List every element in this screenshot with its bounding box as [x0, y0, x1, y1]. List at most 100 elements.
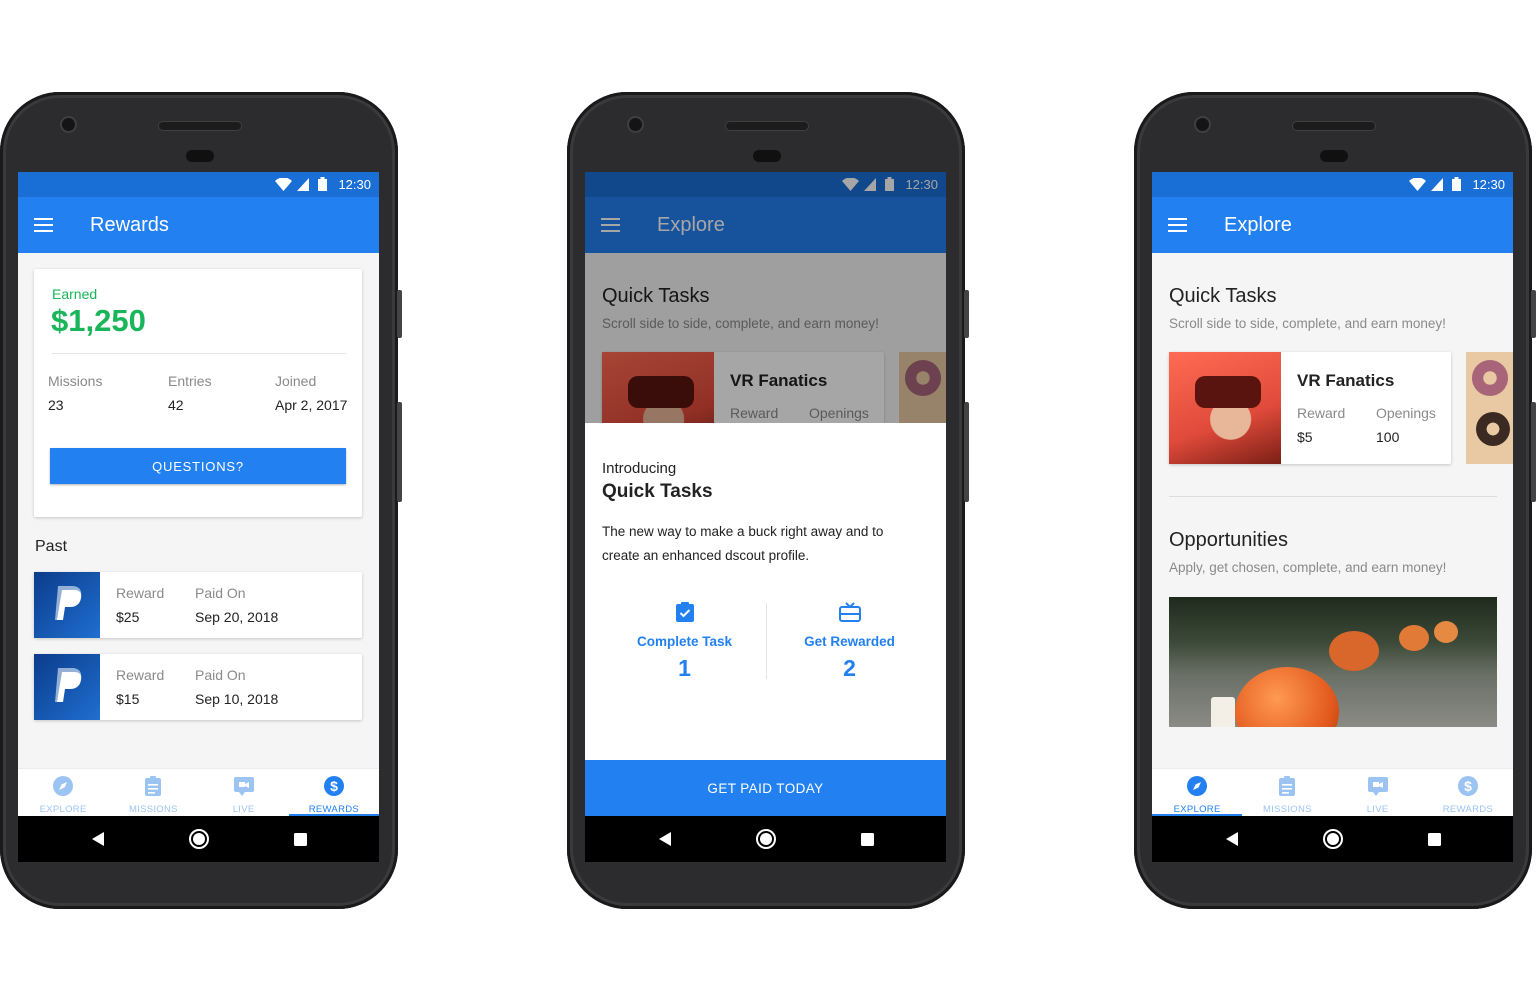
status-bar: 12:30 [18, 172, 379, 197]
earned-label: Earned [52, 286, 98, 302]
paypal-logo [34, 572, 100, 638]
section-divider [1169, 496, 1497, 497]
clipboard-icon [1279, 776, 1296, 796]
recents-button[interactable] [1414, 816, 1454, 862]
list-item[interactable]: Reward $25 Paid On Sep 20, 2018 [34, 572, 362, 638]
section-title: Quick Tasks [1169, 285, 1277, 307]
opportunities-subtitle: Apply, get chosen, complete, and earn mo… [1169, 560, 1447, 575]
donut-card[interactable] [1466, 352, 1513, 464]
step-complete: Complete Task 1 [602, 601, 767, 682]
nav-rewards[interactable]: $ REWARDS [288, 769, 379, 816]
section-subtitle: Scroll side to side, complete, and earn … [1169, 316, 1446, 331]
volume-button [964, 402, 969, 502]
earpiece [159, 122, 241, 130]
nav-live[interactable]: LIVE [199, 769, 289, 816]
menu-icon[interactable] [1168, 218, 1187, 232]
signal-icon [1431, 178, 1443, 191]
intro-sheet: Introducing Quick Tasks The new way to m… [585, 423, 946, 816]
task-title: VR Fanatics [1297, 371, 1395, 390]
nav-explore[interactable]: EXPLORE [18, 769, 108, 816]
svg-text:$: $ [1464, 778, 1472, 794]
video-icon [233, 777, 254, 796]
nav-rewards-label: REWARDS [1442, 804, 1494, 815]
openings-value: 100 [1376, 429, 1400, 445]
volume-button [397, 402, 402, 502]
home-button[interactable] [1313, 816, 1353, 862]
nav-live-label: LIVE [1366, 804, 1389, 815]
paid-label: Paid On [195, 667, 246, 683]
earnings-card: Earned $1,250 Missions 23 Entries 42 Joi… [34, 269, 362, 517]
questions-button[interactable]: QUESTIONS? [50, 448, 346, 484]
stat-joined-label: Joined [275, 373, 317, 389]
status-time: 12:30 [338, 177, 371, 192]
intro-title: Quick Tasks [602, 481, 713, 502]
past-heading: Past [35, 538, 68, 555]
reward-value: $15 [116, 691, 140, 707]
volume-button [1531, 402, 1536, 502]
gift-card-icon [838, 602, 861, 622]
reward-label: Reward [116, 667, 165, 683]
back-button[interactable] [645, 816, 685, 862]
stat-joined-value: Apr 2, 2017 [275, 397, 348, 413]
video-icon [1367, 777, 1388, 796]
paid-label: Paid On [195, 585, 246, 601]
menu-icon[interactable] [34, 218, 53, 232]
sensor [186, 150, 214, 162]
nav-missions-label: MISSIONS [1262, 804, 1312, 815]
status-bar: 12:30 [1152, 172, 1513, 197]
dollar-icon: $ [1457, 776, 1478, 796]
nav-missions-label: MISSIONS [128, 804, 178, 815]
signal-icon [297, 178, 309, 191]
reward-label: Reward [116, 585, 165, 601]
nav-missions[interactable]: MISSIONS [108, 769, 198, 816]
back-button[interactable] [78, 816, 118, 862]
pumpkin-image[interactable] [1169, 597, 1497, 727]
screen: 12:30 Rewards Earned $1,250 Missions 23 … [18, 172, 379, 816]
reward-value: $5 [1297, 429, 1313, 445]
phone-rewards: 12:30 Rewards Earned $1,250 Missions 23 … [0, 92, 402, 909]
nav-explore[interactable]: EXPLORE [1152, 769, 1243, 816]
earpiece [726, 122, 808, 130]
paid-value: Sep 10, 2018 [195, 691, 279, 707]
battery-icon [318, 177, 327, 191]
nav-explore-label: EXPLORE [39, 804, 87, 815]
front-camera [62, 118, 75, 131]
divider [52, 353, 346, 354]
nav-rewards-label: REWARDS [308, 804, 360, 815]
opportunities-title: Opportunities [1169, 529, 1288, 551]
list-item[interactable]: Reward $15 Paid On Sep 10, 2018 [34, 654, 362, 720]
system-nav-bar [1152, 816, 1513, 862]
system-nav-bar [18, 816, 379, 862]
battery-icon [1452, 177, 1461, 191]
step-label: Complete Task [636, 634, 733, 649]
recents-button[interactable] [847, 816, 887, 862]
compass-icon [1187, 776, 1208, 796]
stat-entries-value: 42 [168, 397, 184, 413]
wifi-icon [275, 178, 292, 191]
wifi-icon [1409, 178, 1426, 191]
nav-rewards[interactable]: $ REWARDS [1423, 769, 1513, 816]
screen: 12:30 Explore Quick Tasks Scroll side to… [1152, 172, 1513, 816]
step-label: Get Rewarded [804, 634, 895, 649]
bottom-nav: EXPLORE MISSIONS LIVE $ REWARDS [18, 768, 379, 816]
home-button[interactable] [746, 816, 786, 862]
nav-live[interactable]: LIVE [1333, 769, 1423, 816]
paypal-logo [34, 654, 100, 720]
app-bar: Rewards [18, 197, 379, 253]
task-card[interactable]: VR Fanatics Reward $5 Openings 100 [1169, 352, 1451, 464]
nav-missions[interactable]: MISSIONS [1242, 769, 1332, 816]
home-button[interactable] [179, 816, 219, 862]
step-number: 2 [843, 655, 856, 681]
back-button[interactable] [1212, 816, 1252, 862]
dollar-icon: $ [323, 776, 344, 796]
paid-value: Sep 20, 2018 [195, 609, 279, 625]
get-paid-button[interactable]: GET PAID TODAY [585, 760, 946, 816]
page-title: Explore [1224, 214, 1292, 236]
front-camera [1196, 118, 1209, 131]
recents-button[interactable] [280, 816, 320, 862]
front-camera [629, 118, 642, 131]
earpiece [1293, 122, 1375, 130]
dim-overlay [585, 172, 946, 423]
step-rewarded: Get Rewarded 2 [767, 601, 932, 682]
intro-body: The new way to make a buck right away an… [602, 524, 884, 563]
